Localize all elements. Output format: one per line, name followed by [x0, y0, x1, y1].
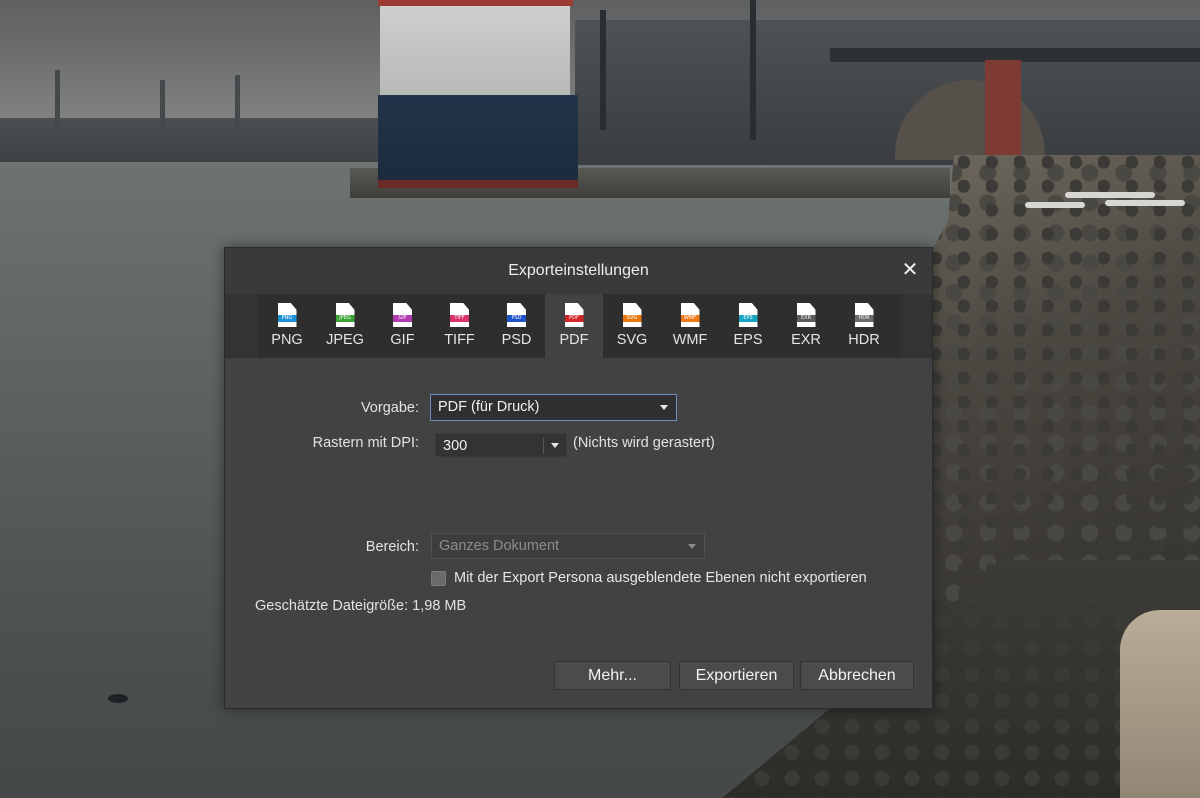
duck — [108, 694, 128, 703]
hidden-layers-label[interactable]: Mit der Export Persona ausgeblendete Ebe… — [454, 570, 867, 586]
chevron-down-icon — [660, 405, 668, 410]
format-tab-pdf[interactable]: PDF PDF — [545, 294, 603, 358]
ship-top — [378, 0, 573, 6]
dpi-combobox[interactable]: 300 — [435, 433, 567, 457]
format-tab-gif[interactable]: GIF GIF — [374, 294, 431, 358]
gif-file-icon: GIF — [393, 303, 412, 327]
format-tabs: PNG PNG JPEG JPEG GIF GIF TIFF TIFF PSD PSD PDF PDF… — [258, 294, 900, 358]
pdf-file-icon: PDF — [564, 303, 584, 327]
cancel-button[interactable]: Abbrechen — [800, 661, 914, 690]
format-tab-wmf[interactable]: WMF WMF — [661, 294, 719, 358]
format-tab-label: EXR — [791, 332, 821, 348]
format-tab-tiff[interactable]: TIFF TIFF — [431, 294, 488, 358]
range-label: Bereich: — [365, 539, 419, 555]
industrial-buildings — [575, 20, 1200, 165]
export-settings-dialog: Exporteinstellungen ✕ PNG PNG JPEG JPEG GIF G… — [224, 247, 933, 709]
format-tab-label: TIFF — [444, 332, 475, 348]
dpi-divider — [543, 437, 544, 454]
chevron-down-icon — [688, 544, 696, 549]
preset-label: Vorgabe: — [360, 400, 419, 416]
eps-file-icon: EPS — [738, 303, 758, 327]
close-icon[interactable]: ✕ — [900, 260, 920, 280]
crane — [55, 70, 60, 130]
range-dropdown[interactable]: Ganzes Dokument — [431, 533, 705, 559]
hdr-file-icon: HDR — [854, 303, 874, 327]
dpi-note: (Nichts wird gerastert) — [573, 435, 715, 451]
pipes — [1025, 188, 1190, 212]
dialog-titlebar: Exporteinstellungen ✕ — [225, 248, 932, 294]
dpi-value: 300 — [443, 438, 468, 454]
format-tab-psd[interactable]: PSD PSD — [488, 294, 545, 358]
hidden-layers-checkbox[interactable] — [431, 570, 446, 586]
format-tab-label: JPEG — [326, 332, 364, 348]
crane — [160, 80, 165, 130]
ship-superstructure — [380, 0, 570, 100]
filesize-label: Geschätzte Dateigröße: — [255, 598, 409, 614]
format-tab-png[interactable]: PNG PNG — [258, 294, 316, 358]
format-tab-svg[interactable]: SVG SVG — [603, 294, 661, 358]
crane — [235, 75, 240, 130]
format-tab-label: PDF — [559, 332, 589, 348]
preset-dropdown[interactable]: PDF (für Druck) — [430, 394, 677, 421]
red-tower — [985, 60, 1021, 160]
exr-file-icon: EXR — [796, 303, 816, 327]
format-tab-label: PNG — [271, 332, 303, 348]
format-toolbar: PNG PNG JPEG JPEG GIF GIF TIFF TIFF PSD PSD PDF PDF… — [225, 294, 932, 358]
dialog-title: Exporteinstellungen — [508, 262, 649, 279]
format-tab-label: GIF — [390, 332, 415, 348]
more-button[interactable]: Mehr... — [554, 661, 671, 690]
hidden-layers-option[interactable]: Mit der Export Persona ausgeblendete Ebe… — [431, 569, 867, 587]
crane — [750, 0, 756, 140]
range-value: Ganzes Dokument — [439, 538, 560, 554]
format-tab-exr[interactable]: EXR EXR — [777, 294, 835, 358]
wmf-file-icon: WMF — [680, 303, 700, 327]
jpeg-file-icon: JPEG — [335, 303, 355, 327]
crane — [600, 10, 606, 130]
format-tab-label: SVG — [616, 332, 648, 348]
sand-patch — [1120, 610, 1200, 798]
format-tab-label: HDR — [848, 332, 880, 348]
format-tab-label: EPS — [733, 332, 763, 348]
format-tab-label: WMF — [672, 332, 708, 348]
export-button[interactable]: Exportieren — [679, 661, 794, 690]
dpi-label: Rastern mit DPI: — [312, 435, 419, 451]
psd-file-icon: PSD — [507, 303, 526, 327]
preset-value: PDF (für Druck) — [438, 399, 540, 415]
chevron-down-icon[interactable] — [551, 443, 559, 448]
tiff-file-icon: TIFF — [450, 303, 469, 327]
format-tab-label: PSD — [501, 332, 532, 348]
svg-file-icon: SVG — [622, 303, 642, 327]
png-file-icon: PNG — [277, 303, 297, 327]
estimated-filesize: Geschätzte Dateigröße: 1,98 MB — [255, 598, 466, 614]
format-tab-eps[interactable]: EPS EPS — [719, 294, 777, 358]
format-tab-jpeg[interactable]: JPEG JPEG — [316, 294, 374, 358]
format-tab-hdr[interactable]: HDR HDR — [835, 294, 893, 358]
ship-hull — [378, 95, 578, 188]
filesize-value: 1,98 MB — [412, 598, 467, 614]
